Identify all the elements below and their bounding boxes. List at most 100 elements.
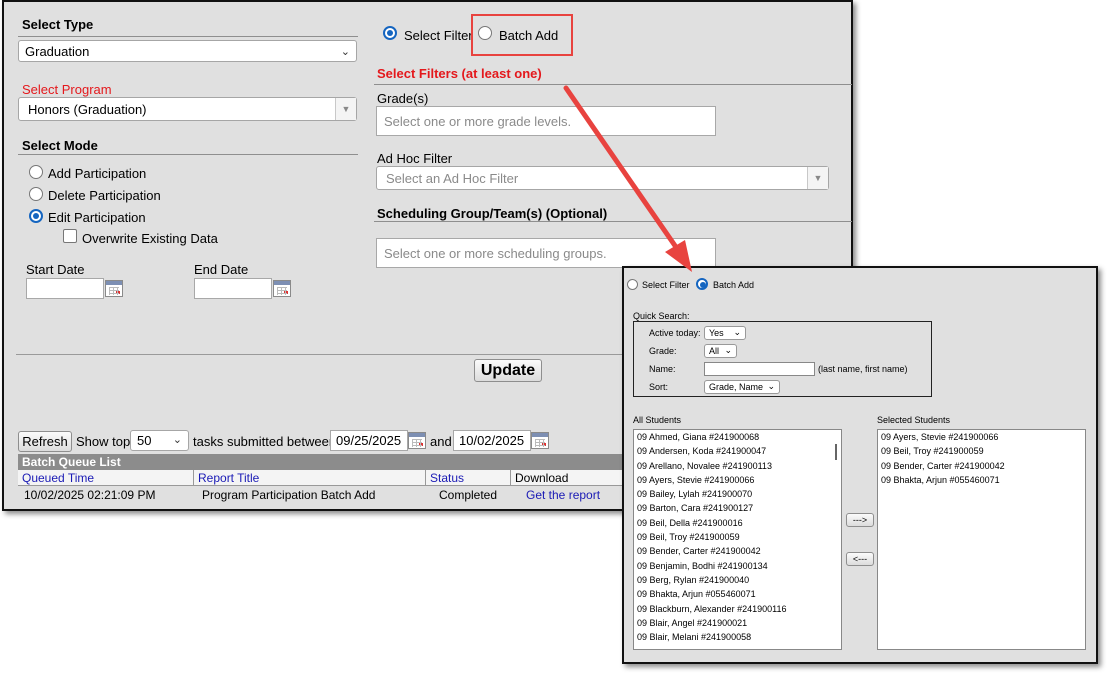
column-download: Download xyxy=(515,471,569,485)
select-program-value: Honors (Graduation) xyxy=(28,102,147,117)
refresh-button[interactable]: Refresh xyxy=(18,431,72,452)
grade-label: Grade: xyxy=(649,346,677,356)
chevron-down-icon: ⌄ xyxy=(733,327,741,337)
divider xyxy=(374,84,852,85)
column-divider xyxy=(425,470,426,486)
select-type-heading: Select Type xyxy=(22,17,94,32)
edit-participation-radio[interactable] xyxy=(29,209,43,223)
add-student-button[interactable]: ---> xyxy=(846,513,874,527)
all-students-label: All Students xyxy=(633,415,682,425)
add-participation-radio[interactable] xyxy=(29,165,43,179)
list-item[interactable]: 09 Beil, Troy #241900059 xyxy=(634,530,841,544)
end-date-label: End Date xyxy=(194,262,249,277)
list-item[interactable]: 09 Andersen, Koda #241900047 xyxy=(634,444,841,458)
scrollbar-thumb[interactable] xyxy=(835,444,837,460)
overwrite-existing-label: Overwrite Existing Data xyxy=(82,231,218,246)
list-item[interactable]: 09 Blair, Angel #241900021 xyxy=(634,616,841,630)
batch-queue-header: Batch Queue List xyxy=(18,454,638,470)
start-date-input[interactable] xyxy=(26,278,104,299)
calendar-icon[interactable] xyxy=(408,432,426,449)
selected-students-label: Selected Students xyxy=(877,415,951,425)
column-status[interactable]: Status xyxy=(430,471,464,485)
zoom-select-filter-radio[interactable] xyxy=(627,279,638,290)
remove-student-button[interactable]: <--- xyxy=(846,552,874,566)
list-item[interactable]: 09 Ayers, Stevie #241900066 xyxy=(634,473,841,487)
scheduling-group-input[interactable]: Select one or more scheduling groups. xyxy=(376,238,716,268)
list-item[interactable]: 09 Beil, Troy #241900059 xyxy=(878,444,1085,458)
list-item[interactable]: 09 Bailey, Lylah #241900070 xyxy=(634,487,841,501)
start-date-label: Start Date xyxy=(26,262,85,277)
name-hint: (last name, first name) xyxy=(818,364,908,374)
calendar-icon[interactable] xyxy=(273,280,291,297)
column-report-title[interactable]: Report Title xyxy=(198,471,259,485)
select-type-dropdown[interactable]: Graduation ⌄ xyxy=(18,40,357,62)
and-label: and xyxy=(430,434,452,449)
list-item[interactable]: 09 Blackburn, Alexander #241900116 xyxy=(634,602,841,616)
list-item[interactable]: 09 Barton, Cara #241900127 xyxy=(634,501,841,515)
adhoc-filter-placeholder: Select an Ad Hoc Filter xyxy=(386,171,519,186)
list-item[interactable]: 09 Blair, Melani #241900058 xyxy=(634,630,841,644)
date-to-input[interactable]: 10/02/2025 xyxy=(453,430,531,451)
list-item[interactable]: 09 Berg, Rylan #241900040 xyxy=(634,573,841,587)
list-item[interactable]: 09 Ahmed, Giana #241900068 xyxy=(634,430,841,444)
active-today-value: Yes xyxy=(709,328,724,338)
chevron-down-icon: ⌄ xyxy=(340,46,350,58)
active-today-label: Active today: xyxy=(649,328,701,338)
list-item[interactable]: 09 Bhakta, Arjun #055460071 xyxy=(634,587,841,601)
report-title-cell: Program Participation Batch Add xyxy=(202,488,376,502)
batch-queue-title: Batch Queue List xyxy=(22,455,121,469)
list-item[interactable]: 09 Benjamin, Bodhi #241900134 xyxy=(634,559,841,573)
delete-participation-radio[interactable] xyxy=(29,187,43,201)
column-divider xyxy=(193,470,194,486)
column-queued-time[interactable]: Queued Time xyxy=(22,471,94,485)
add-participation-label: Add Participation xyxy=(48,166,147,181)
select-program-dropdown[interactable]: Honors (Graduation) ▼ xyxy=(18,97,357,121)
calendar-icon[interactable] xyxy=(105,280,123,297)
sort-label: Sort: xyxy=(649,382,669,392)
sort-select[interactable]: Grade, Name ⌄ xyxy=(704,380,780,394)
selected-students-list[interactable]: 09 Ayers, Stevie #241900066 09 Beil, Tro… xyxy=(877,429,1086,650)
active-today-select[interactable]: Yes ⌄ xyxy=(704,326,746,340)
table-row: 10/02/2025 02:21:09 PM Program Participa… xyxy=(18,487,638,503)
show-top-select[interactable]: 50 ⌄ xyxy=(130,430,189,451)
list-item[interactable]: 09 Beil, Della #241900016 xyxy=(634,516,841,530)
grades-input[interactable]: Select one or more grade levels. xyxy=(376,106,716,136)
end-date-input[interactable] xyxy=(194,278,272,299)
select-filter-radio[interactable] xyxy=(383,26,397,40)
date-from-input[interactable]: 09/25/2025 xyxy=(330,430,408,451)
queued-time-cell: 10/02/2025 02:21:09 PM xyxy=(24,488,156,502)
select-filter-label: Select Filter xyxy=(404,28,473,43)
adhoc-filter-label: Ad Hoc Filter xyxy=(377,151,453,166)
quick-search-label: Quick Search: xyxy=(633,311,690,321)
chevron-down-icon: ⌄ xyxy=(767,381,775,391)
select-type-value: Graduation xyxy=(25,44,90,59)
list-item[interactable]: 09 Bender, Carter #241900042 xyxy=(634,544,841,558)
select-filters-heading: Select Filters (at least one) xyxy=(377,66,542,81)
batch-add-highlight xyxy=(471,14,573,56)
list-item[interactable]: 09 Bender, Carter #241900042 xyxy=(878,459,1085,473)
get-report-link[interactable]: Get the report xyxy=(526,488,600,502)
between-label: tasks submitted between xyxy=(193,434,337,449)
update-button[interactable]: Update xyxy=(474,359,542,382)
calendar-icon[interactable] xyxy=(531,432,549,449)
list-item[interactable]: 09 Ayers, Stevie #241900066 xyxy=(878,430,1085,444)
list-item[interactable]: 09 Arellano, Novalee #241900113 xyxy=(634,459,841,473)
adhoc-filter-dropdown[interactable]: Select an Ad Hoc Filter ▼ xyxy=(376,166,829,190)
quick-search-box: Active today: Yes ⌄ Grade: All ⌄ Name: (… xyxy=(633,321,932,397)
column-divider xyxy=(510,470,511,486)
zoom-select-filter-label: Select Filter xyxy=(642,280,690,290)
select-mode-heading: Select Mode xyxy=(22,138,98,153)
zoom-batch-add-radio[interactable] xyxy=(696,278,708,290)
show-top-value: 50 xyxy=(137,433,152,448)
name-input[interactable] xyxy=(704,362,815,376)
grades-label: Grade(s) xyxy=(377,91,429,106)
grade-select[interactable]: All ⌄ xyxy=(704,344,737,358)
chevron-down-icon: ⌄ xyxy=(724,345,732,355)
delete-participation-label: Delete Participation xyxy=(48,188,161,203)
all-students-list[interactable]: 09 Ahmed, Giana #241900068 09 Andersen, … xyxy=(633,429,842,650)
overwrite-existing-checkbox[interactable] xyxy=(63,229,77,243)
name-label: Name: xyxy=(649,364,676,374)
list-item[interactable]: 09 Bhakta, Arjun #055460071 xyxy=(878,473,1085,487)
batch-add-panel: Select Filter Batch Add Quick Search: Ac… xyxy=(622,266,1098,664)
show-top-label: Show top xyxy=(76,434,131,449)
